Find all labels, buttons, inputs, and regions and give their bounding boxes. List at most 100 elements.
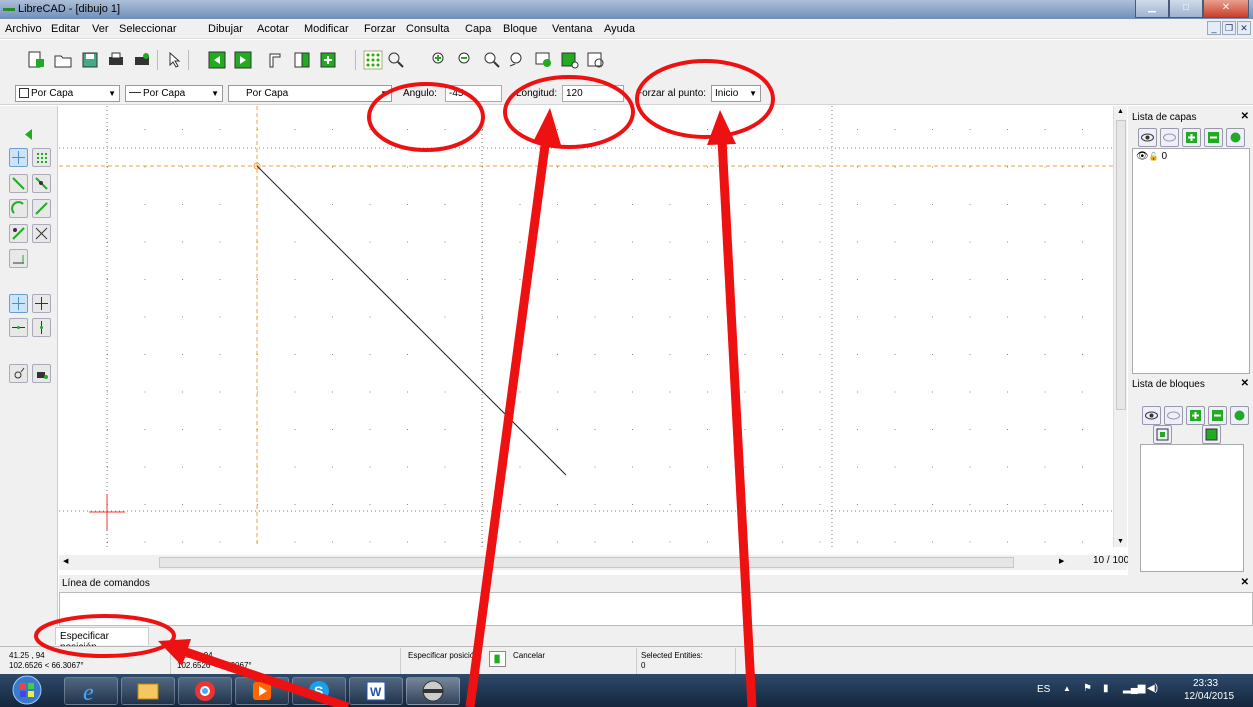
save-icon[interactable] xyxy=(80,50,100,70)
restrict-nothing-icon[interactable] xyxy=(9,294,28,313)
grid-toggle-icon[interactable] xyxy=(363,50,383,70)
vertical-scrollbar[interactable]: ▲ ▼ xyxy=(1113,106,1127,547)
zoom-previous-icon[interactable] xyxy=(508,50,528,70)
menu-forzar[interactable]: Forzar xyxy=(364,23,396,35)
restrict-horizontal-icon[interactable] xyxy=(9,318,28,337)
color-combo[interactable]: Por Capa ▼ xyxy=(15,85,120,102)
horizontal-scrollbar[interactable]: ◀ ▶ xyxy=(59,555,1127,570)
cut-icon[interactable] xyxy=(266,50,286,70)
block-hide-all-icon[interactable] xyxy=(1164,406,1183,425)
layer-remove-icon[interactable] xyxy=(1204,128,1223,147)
copy-icon[interactable] xyxy=(292,50,312,70)
layer-row[interactable]: 👁🔓 0 xyxy=(1136,151,1167,162)
mdi-minimize-button[interactable]: _ xyxy=(1207,21,1221,35)
file-explorer-icon[interactable] xyxy=(121,677,175,705)
snap-middle-icon[interactable] xyxy=(32,199,51,218)
volume-icon[interactable]: ◀) xyxy=(1147,683,1158,694)
lock-relative-zero-icon[interactable] xyxy=(32,364,51,383)
snap-on-entity-icon[interactable] xyxy=(32,174,51,193)
scroll-up-arrow-icon[interactable]: ▲ xyxy=(1117,108,1124,115)
menu-editar[interactable]: Editar xyxy=(51,23,80,35)
angle-input[interactable]: -45 xyxy=(445,85,502,102)
zoom-redraw-icon[interactable] xyxy=(586,50,606,70)
chrome-icon[interactable] xyxy=(178,677,232,705)
internet-explorer-icon[interactable]: e xyxy=(64,677,118,706)
blocks-panel-close-icon[interactable]: ✕ xyxy=(1241,378,1249,389)
menu-bloque[interactable]: Bloque xyxy=(503,23,537,35)
block-create-icon[interactable] xyxy=(1202,425,1221,444)
draft-mode-icon[interactable] xyxy=(386,50,406,70)
media-player-icon[interactable] xyxy=(235,677,289,705)
menu-consulta[interactable]: Consulta xyxy=(406,23,449,35)
menu-modificar[interactable]: Modificar xyxy=(304,23,349,35)
length-input[interactable]: 120 xyxy=(562,85,624,102)
snap-free-icon[interactable] xyxy=(9,148,28,167)
zoom-pan-icon[interactable] xyxy=(560,50,580,70)
block-add-icon[interactable] xyxy=(1186,406,1205,425)
menu-seleccionar[interactable]: Seleccionar xyxy=(119,23,176,35)
clock-date[interactable]: 12/04/2015 xyxy=(1184,691,1234,702)
action-center-flag-icon[interactable]: ⚑ xyxy=(1083,683,1092,694)
layers-panel-close-icon[interactable]: ✕ xyxy=(1241,111,1249,122)
undo-icon[interactable] xyxy=(207,50,227,70)
command-input[interactable] xyxy=(59,592,1253,626)
menu-acotar[interactable]: Acotar xyxy=(257,23,289,35)
horizontal-scroll-thumb[interactable] xyxy=(159,557,1014,568)
menu-dibujar[interactable]: Dibujar xyxy=(208,23,243,35)
block-show-all-icon[interactable] xyxy=(1142,406,1161,425)
block-edit-icon[interactable] xyxy=(1230,406,1249,425)
layer-add-icon[interactable] xyxy=(1182,128,1201,147)
snap-endpoint-icon[interactable] xyxy=(9,174,28,193)
new-file-icon[interactable] xyxy=(25,50,45,70)
drawing-canvas[interactable] xyxy=(59,106,1113,547)
command-tab[interactable]: Especificar posición xyxy=(55,627,149,653)
scroll-right-arrow-icon[interactable]: ▶ xyxy=(1059,557,1064,565)
command-line-close-icon[interactable]: ✕ xyxy=(1241,577,1249,588)
layer-show-all-icon[interactable] xyxy=(1138,128,1157,147)
print-preview-icon[interactable] xyxy=(132,50,152,70)
scroll-left-arrow-icon[interactable]: ◀ xyxy=(63,557,68,565)
restrict-vertical-icon[interactable] xyxy=(32,318,51,337)
layer-hide-all-icon[interactable] xyxy=(1160,128,1179,147)
snap-intersection-icon[interactable] xyxy=(32,224,51,243)
snap-grid-icon[interactable] xyxy=(32,148,51,167)
zoom-auto-icon[interactable] xyxy=(482,50,502,70)
open-file-icon[interactable] xyxy=(53,50,73,70)
language-indicator[interactable]: ES xyxy=(1037,684,1050,695)
menu-ayuda[interactable]: Ayuda xyxy=(604,23,635,35)
minimize-button[interactable]: ▁ xyxy=(1135,0,1169,18)
menu-archivo[interactable]: Archivo xyxy=(5,23,42,35)
scroll-down-arrow-icon[interactable]: ▼ xyxy=(1117,538,1124,545)
librecad-taskbar-icon[interactable] xyxy=(406,677,460,705)
clock-time[interactable]: 23:33 xyxy=(1193,678,1218,689)
snap-distance-icon[interactable] xyxy=(9,224,28,243)
zoom-out-icon[interactable] xyxy=(456,50,476,70)
zoom-in-icon[interactable] xyxy=(430,50,450,70)
block-remove-icon[interactable] xyxy=(1208,406,1227,425)
vertical-scroll-thumb[interactable] xyxy=(1116,120,1126,410)
redo-icon[interactable] xyxy=(233,50,253,70)
signal-icon[interactable]: ▂▄▆ xyxy=(1123,683,1145,694)
menu-ventana[interactable]: Ventana xyxy=(552,23,592,35)
maximize-button[interactable]: □ xyxy=(1169,0,1203,18)
relative-zero-icon[interactable] xyxy=(9,364,28,383)
snap-point-combo[interactable]: Inicio ▼ xyxy=(711,85,761,102)
paste-icon[interactable] xyxy=(318,50,338,70)
restrict-ortho-icon[interactable] xyxy=(32,294,51,313)
zoom-window-icon[interactable] xyxy=(534,50,554,70)
select-pointer-icon[interactable] xyxy=(163,50,183,70)
back-arrow-icon[interactable] xyxy=(20,126,39,145)
snap-center-icon[interactable] xyxy=(9,199,28,218)
skype-icon[interactable]: S xyxy=(292,677,346,705)
close-button[interactable]: ✕ xyxy=(1203,0,1249,18)
network-icon[interactable]: ▮ xyxy=(1103,683,1109,694)
word-icon[interactable]: W xyxy=(349,677,403,705)
print-icon[interactable] xyxy=(106,50,126,70)
mdi-restore-button[interactable]: ❐ xyxy=(1222,21,1236,35)
line-type-combo[interactable]: Por Capa ▼ xyxy=(228,85,392,102)
menu-capa[interactable]: Capa xyxy=(465,23,491,35)
layer-edit-icon[interactable] xyxy=(1226,128,1245,147)
start-button[interactable] xyxy=(4,674,60,707)
unlock-icon[interactable]: 🔓 xyxy=(1149,152,1159,161)
tray-expand-icon[interactable]: ▲ xyxy=(1063,684,1071,693)
